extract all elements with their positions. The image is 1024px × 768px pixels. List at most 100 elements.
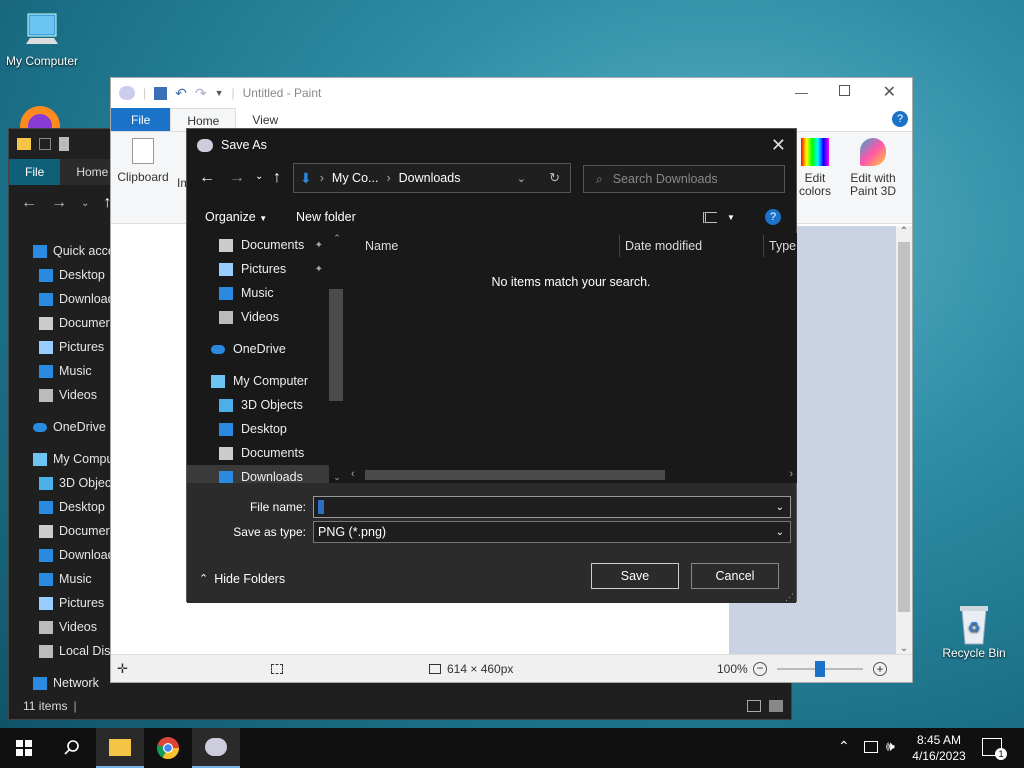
column-name[interactable]: Name	[365, 239, 398, 253]
back-arrow-icon[interactable]: ←	[199, 169, 215, 187]
save-as-type-select[interactable]: PNG (*.png) ⌄	[313, 521, 791, 543]
column-type[interactable]: Type	[769, 239, 796, 253]
zoom-in-button[interactable]: +	[873, 661, 887, 676]
sidebar-item-label: Quick acce	[53, 244, 115, 258]
scroll-thumb[interactable]	[365, 470, 665, 480]
scroll-right-icon[interactable]: ›	[789, 468, 793, 480]
nav-item[interactable]: 3D Objects	[187, 393, 345, 417]
zoom-slider[interactable]	[777, 661, 863, 677]
zoom-slider-thumb[interactable]	[815, 661, 825, 677]
view-dropdown-icon[interactable]: ▼	[727, 213, 735, 222]
cancel-button[interactable]: Cancel	[691, 563, 779, 589]
desktop-icon-my-computer[interactable]: My Computer	[0, 10, 84, 68]
chevron-down-icon[interactable]: ⌄	[776, 502, 784, 513]
file-name-input[interactable]: ⌄	[313, 496, 791, 518]
volume-icon[interactable]: 🕪	[886, 738, 895, 755]
column-date-modified[interactable]: Date modified	[625, 239, 702, 253]
save-button[interactable]: Save	[591, 563, 679, 589]
minimize-button[interactable]: —	[795, 85, 808, 100]
scroll-thumb[interactable]	[329, 289, 343, 401]
music-icon	[39, 572, 53, 586]
sidebar-item-label: Desktop	[59, 268, 105, 282]
view-options-icon[interactable]	[703, 211, 717, 223]
forward-arrow-icon[interactable]: →	[229, 169, 245, 187]
nav-item[interactable]: My Computer	[187, 369, 345, 393]
customize-quick-access-icon[interactable]: ▼	[215, 88, 224, 98]
back-arrow-icon[interactable]: ←	[21, 194, 37, 212]
nav-item[interactable]: Videos	[187, 305, 345, 329]
nav-item[interactable]: Pictures ✦	[187, 257, 345, 281]
recent-locations-icon[interactable]: ⌄	[255, 171, 263, 182]
maximize-button[interactable]	[839, 85, 850, 96]
forward-arrow-icon[interactable]: →	[51, 194, 67, 212]
breadcrumb-my-computer[interactable]: My Co...	[332, 171, 379, 185]
undo-icon[interactable]: ↶	[175, 85, 187, 102]
chevron-down-icon[interactable]: ⌄	[81, 198, 89, 209]
close-button[interactable]: ✕	[883, 82, 896, 102]
help-icon[interactable]: ?	[892, 111, 908, 127]
search-button[interactable]	[48, 728, 96, 768]
scroll-left-icon[interactable]: ‹	[351, 468, 355, 480]
nav-item[interactable]: Documents	[187, 441, 345, 465]
taskbar-paint[interactable]	[192, 728, 240, 768]
hide-folders-button[interactable]: ⌃ Hide Folders	[199, 572, 285, 586]
clock[interactable]: 8:45 AM 4/16/2023	[908, 732, 970, 764]
nav-item[interactable]: Music	[187, 281, 345, 305]
breadcrumb-separator: ›	[319, 171, 324, 185]
nav-item[interactable]: OneDrive	[187, 337, 345, 361]
desktop-icon-label: Recycle Bin	[942, 646, 1006, 660]
scroll-thumb[interactable]	[898, 242, 910, 612]
pin-icon[interactable]: ✦	[315, 240, 323, 251]
resize-grip-icon[interactable]: ⋰	[785, 592, 794, 603]
clipboard-group[interactable]: Clipboard	[117, 138, 169, 184]
column-headers: Name Date modified Type	[345, 233, 797, 257]
close-icon[interactable]: ✕	[771, 135, 786, 156]
pin-icon[interactable]: ✦	[315, 264, 323, 275]
taskbar: ⌃ 🕪 8:45 AM 4/16/2023 1	[0, 728, 1024, 768]
cursor-position-icon: ✛	[117, 660, 128, 676]
new-folder-button[interactable]: New folder	[296, 210, 356, 224]
scroll-up-icon[interactable]: ⌃	[329, 233, 345, 244]
details-view-icon[interactable]	[747, 700, 761, 712]
show-hidden-icons[interactable]: ⌃	[838, 738, 850, 755]
nav-item[interactable]: Desktop	[187, 417, 345, 441]
edit-colors-button[interactable]: Edit colors	[795, 138, 835, 198]
edit-with-paint3d-button[interactable]: Edit with Paint 3D	[845, 138, 901, 198]
taskbar-file-explorer[interactable]	[96, 728, 144, 768]
navigation-scrollbar[interactable]: ⌃ ⌄	[329, 233, 345, 483]
nav-item[interactable]: Downloads	[187, 465, 345, 483]
vertical-scrollbar[interactable]: ⌃ ⌄	[896, 226, 912, 656]
start-button[interactable]	[0, 728, 48, 768]
up-arrow-icon[interactable]: ↑	[273, 169, 281, 187]
checkmark-icon[interactable]	[39, 138, 51, 150]
desktop-icon-recycle-bin[interactable]: ♻ Recycle Bin	[932, 602, 1016, 660]
explorer-file-tab[interactable]: File	[9, 159, 61, 185]
refresh-icon[interactable]: ↻	[549, 170, 560, 186]
breadcrumb-downloads[interactable]: Downloads	[399, 171, 461, 185]
help-icon[interactable]: ?	[765, 209, 781, 225]
nav-item[interactable]: Documents ✦	[187, 233, 345, 257]
zoom-out-button[interactable]: −	[753, 661, 767, 676]
address-bar[interactable]: ⬇ › My Co... › Downloads ⌄ ↻	[293, 163, 571, 193]
action-center-button[interactable]: 1	[982, 738, 1007, 760]
music-icon	[39, 364, 53, 378]
hide-folders-label: Hide Folders	[214, 572, 286, 586]
scroll-up-icon[interactable]: ⌃	[896, 226, 912, 237]
paint-file-tab[interactable]: File	[111, 108, 171, 131]
save-icon[interactable]	[154, 86, 168, 100]
page-icon[interactable]	[59, 137, 69, 151]
address-dropdown-icon[interactable]: ⌄	[517, 172, 526, 185]
search-box[interactable]: ⌕ Search Downloads	[583, 165, 785, 193]
organize-button[interactable]: Organize ▼	[205, 210, 267, 224]
videos-icon	[39, 388, 53, 402]
horizontal-scrollbar[interactable]: ‹ ›	[349, 467, 795, 483]
taskbar-chrome[interactable]	[144, 728, 192, 768]
redo-icon[interactable]: ↷	[195, 85, 207, 102]
scroll-down-icon[interactable]: ⌄	[896, 643, 912, 654]
firefox-desktop-icon[interactable]	[18, 104, 62, 146]
scroll-down-icon[interactable]: ⌄	[329, 472, 345, 483]
large-icons-view-icon[interactable]	[769, 700, 783, 712]
chevron-down-icon[interactable]: ⌄	[776, 527, 784, 538]
network-icon[interactable]	[864, 741, 878, 753]
file-list[interactable]: Name Date modified Type No items match y…	[345, 233, 797, 483]
